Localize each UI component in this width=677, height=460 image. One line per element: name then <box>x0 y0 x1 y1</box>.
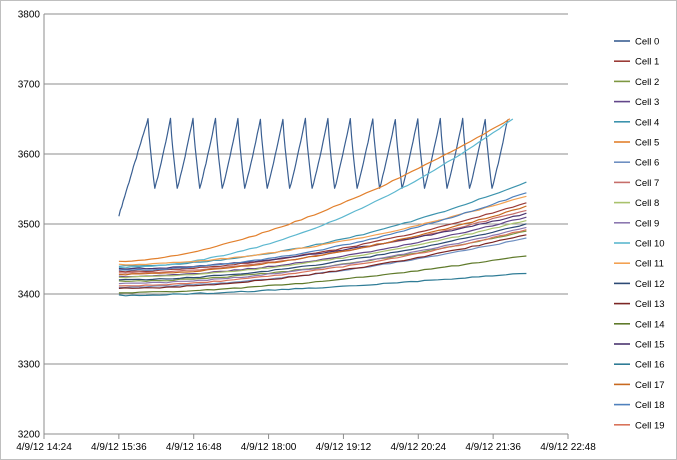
legend-label: Cell 17 <box>635 380 665 391</box>
legend-label: Cell 18 <box>635 400 665 411</box>
x-tick-label: 4/9/12 14:24 <box>16 442 72 453</box>
x-tick-label: 4/9/12 20:24 <box>390 442 446 453</box>
legend-label: Cell 1 <box>635 57 659 68</box>
x-tick-label: 4/9/12 22:48 <box>540 442 596 453</box>
y-tick-label: 3400 <box>18 290 41 301</box>
legend-label: Cell 9 <box>635 218 659 229</box>
legend-label: Cell 8 <box>635 198 659 209</box>
legend-label: Cell 10 <box>635 239 665 250</box>
chart: 3200 3300 3400 3500 3600 3700 3800 4/9/12 14:24… <box>0 0 677 460</box>
legend-label: Cell 3 <box>635 97 659 108</box>
y-tick-label: 3700 <box>18 80 41 91</box>
legend-label: Cell 5 <box>635 138 659 149</box>
x-tick-label: 4/9/12 15:36 <box>91 442 147 453</box>
y-tick-label: 3500 <box>18 220 41 231</box>
legend-label: Cell 15 <box>635 340 665 351</box>
x-tick-label: 4/9/12 19:12 <box>316 442 372 453</box>
y-tick-label: 3600 <box>18 150 41 161</box>
legend-label: Cell 16 <box>635 360 665 371</box>
y-tick-label: 3800 <box>18 10 41 21</box>
legend-label: Cell 7 <box>635 178 659 189</box>
x-tick-label: 4/9/12 18:00 <box>241 442 297 453</box>
legend-label: Cell 14 <box>635 319 665 330</box>
legend-label: Cell 13 <box>635 299 665 310</box>
x-tick-label: 4/9/12 16:48 <box>166 442 222 453</box>
legend-label: Cell 12 <box>635 279 665 290</box>
legend-label: Cell 11 <box>635 259 664 270</box>
x-tick-label: 4/9/12 21:36 <box>465 442 521 453</box>
legend-label: Cell 6 <box>635 158 659 169</box>
legend-label: Cell 19 <box>635 420 665 431</box>
legend-label: Cell 2 <box>635 77 659 88</box>
legend-label: Cell 4 <box>635 117 659 128</box>
y-tick-label: 3200 <box>18 430 41 441</box>
y-tick-label: 3300 <box>18 360 41 371</box>
chart-border <box>0 0 677 460</box>
legend-label: Cell 0 <box>635 37 659 48</box>
